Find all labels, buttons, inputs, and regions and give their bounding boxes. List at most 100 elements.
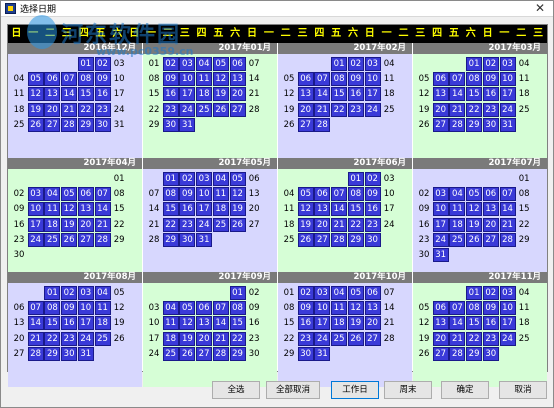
workday-cell[interactable]: 25 bbox=[162, 346, 179, 361]
day-cell[interactable]: 26 bbox=[111, 332, 127, 346]
workday-cell[interactable]: 08 bbox=[162, 187, 179, 202]
workday-cell[interactable]: 24 bbox=[27, 232, 44, 247]
workday-cell[interactable]: 28 bbox=[61, 117, 78, 132]
workday-cell[interactable]: 06 bbox=[314, 187, 331, 202]
day-cell[interactable]: 29 bbox=[146, 118, 162, 132]
workday-cell[interactable]: 23 bbox=[482, 331, 499, 346]
workday-cell[interactable]: 27 bbox=[314, 232, 331, 247]
workday-cell[interactable]: 21 bbox=[331, 217, 348, 232]
day-cell[interactable]: 02 bbox=[246, 286, 262, 300]
day-cell[interactable]: 08 bbox=[516, 187, 532, 201]
day-cell[interactable]: 01 bbox=[146, 57, 162, 71]
workday-cell[interactable]: 26 bbox=[179, 346, 196, 361]
workday-cell[interactable]: 09 bbox=[94, 72, 111, 87]
workday-cell[interactable]: 18 bbox=[44, 217, 61, 232]
workday-cell[interactable]: 09 bbox=[364, 187, 381, 202]
workday-cell[interactable]: 21 bbox=[27, 331, 44, 346]
workday-cell[interactable]: 07 bbox=[499, 187, 516, 202]
workday-cell[interactable]: 13 bbox=[196, 316, 213, 331]
workday-cell[interactable]: 15 bbox=[331, 87, 348, 102]
workday-cell[interactable]: 13 bbox=[77, 202, 94, 217]
workday-cell[interactable]: 09 bbox=[482, 301, 499, 316]
day-cell[interactable]: 25 bbox=[516, 332, 532, 346]
workday-cell[interactable]: 26 bbox=[466, 232, 483, 247]
workday-cell[interactable]: 24 bbox=[432, 232, 449, 247]
day-cell[interactable]: 28 bbox=[381, 332, 397, 346]
month-title[interactable]: 2017年01月 bbox=[143, 43, 277, 54]
month-title[interactable]: 2017年04月 bbox=[8, 158, 142, 169]
ok-button[interactable]: 确定 bbox=[441, 381, 489, 399]
day-cell[interactable]: 28 bbox=[246, 103, 262, 117]
day-cell[interactable]: 29 bbox=[111, 233, 127, 247]
workday-cell[interactable]: 10 bbox=[364, 72, 381, 87]
day-cell[interactable]: 05 bbox=[281, 72, 297, 86]
workday-cell[interactable]: 15 bbox=[466, 87, 483, 102]
workday-cell[interactable]: 16 bbox=[94, 87, 111, 102]
month-title[interactable]: 2017年09月 bbox=[143, 272, 277, 283]
day-cell[interactable]: 08 bbox=[111, 187, 127, 201]
workday-cell[interactable]: 28 bbox=[314, 117, 331, 132]
day-cell[interactable]: 02 bbox=[11, 187, 27, 201]
month-title[interactable]: 2017年03月 bbox=[413, 43, 547, 54]
workday-cell[interactable]: 20 bbox=[482, 217, 499, 232]
workday-cell[interactable]: 17 bbox=[499, 87, 516, 102]
workday-cell[interactable]: 31 bbox=[196, 232, 213, 247]
workday-cell[interactable]: 07 bbox=[94, 187, 111, 202]
day-cell[interactable]: 25 bbox=[381, 103, 397, 117]
workday-cell[interactable]: 25 bbox=[449, 232, 466, 247]
workday-cell[interactable]: 17 bbox=[77, 316, 94, 331]
workday-cell[interactable]: 12 bbox=[179, 316, 196, 331]
workday-cell[interactable]: 09 bbox=[179, 187, 196, 202]
day-cell[interactable]: 16 bbox=[11, 218, 27, 232]
day-cell[interactable]: 14 bbox=[381, 301, 397, 315]
workday-cell[interactable]: 22 bbox=[466, 331, 483, 346]
workday-cell[interactable]: 26 bbox=[61, 232, 78, 247]
workday-cell[interactable]: 27 bbox=[432, 346, 449, 361]
month-title[interactable]: 2017年11月 bbox=[413, 272, 547, 283]
workday-cell[interactable]: 15 bbox=[162, 202, 179, 217]
workday-cell[interactable]: 09 bbox=[162, 72, 179, 87]
day-cell[interactable]: 19 bbox=[416, 332, 432, 346]
workday-cell[interactable]: 10 bbox=[27, 202, 44, 217]
day-cell[interactable]: 17 bbox=[111, 87, 127, 101]
day-cell[interactable]: 18 bbox=[516, 316, 532, 330]
day-cell[interactable]: 20 bbox=[246, 202, 262, 216]
day-cell[interactable]: 17 bbox=[146, 332, 162, 346]
workday-cell[interactable]: 05 bbox=[229, 172, 246, 186]
day-cell[interactable]: 21 bbox=[381, 316, 397, 330]
day-cell[interactable]: 07 bbox=[246, 57, 262, 71]
workday-cell[interactable]: 05 bbox=[61, 187, 78, 202]
day-cell[interactable]: 21 bbox=[146, 218, 162, 232]
workday-cell[interactable]: 10 bbox=[432, 202, 449, 217]
day-cell[interactable]: 12 bbox=[416, 316, 432, 330]
month-title[interactable]: 2017年10月 bbox=[278, 272, 412, 283]
workday-cell[interactable]: 29 bbox=[77, 117, 94, 132]
workday-cell[interactable]: 29 bbox=[44, 346, 61, 361]
workday-cell[interactable]: 12 bbox=[61, 202, 78, 217]
workday-cell[interactable]: 14 bbox=[94, 202, 111, 217]
workday-cell[interactable]: 03 bbox=[432, 187, 449, 202]
workday-cell[interactable]: 22 bbox=[331, 102, 348, 117]
workday-cell[interactable]: 28 bbox=[94, 232, 111, 247]
workday-cell[interactable]: 05 bbox=[347, 286, 364, 300]
workday-cell[interactable]: 02 bbox=[94, 57, 111, 71]
workday-cell[interactable]: 31 bbox=[314, 346, 331, 361]
workday-cell[interactable]: 02 bbox=[61, 286, 78, 300]
day-cell[interactable]: 13 bbox=[246, 187, 262, 201]
workday-cell[interactable]: 20 bbox=[229, 87, 246, 102]
workday-cell[interactable]: 25 bbox=[196, 102, 213, 117]
workday-cell[interactable]: 19 bbox=[179, 331, 196, 346]
workday-cell[interactable]: 28 bbox=[499, 232, 516, 247]
workday-cell[interactable]: 19 bbox=[466, 217, 483, 232]
workday-cell[interactable]: 16 bbox=[297, 316, 314, 331]
workday-cell[interactable]: 20 bbox=[196, 331, 213, 346]
workday-cell[interactable]: 29 bbox=[162, 232, 179, 247]
workday-cell[interactable]: 08 bbox=[347, 187, 364, 202]
day-cell[interactable]: 25 bbox=[281, 233, 297, 247]
workday-cell[interactable]: 24 bbox=[196, 217, 213, 232]
workday-cell[interactable]: 15 bbox=[229, 316, 246, 331]
workday-cell[interactable]: 24 bbox=[499, 102, 516, 117]
workday-cell[interactable]: 13 bbox=[314, 202, 331, 217]
workday-cell[interactable]: 27 bbox=[482, 232, 499, 247]
workday-cell[interactable]: 29 bbox=[229, 346, 246, 361]
